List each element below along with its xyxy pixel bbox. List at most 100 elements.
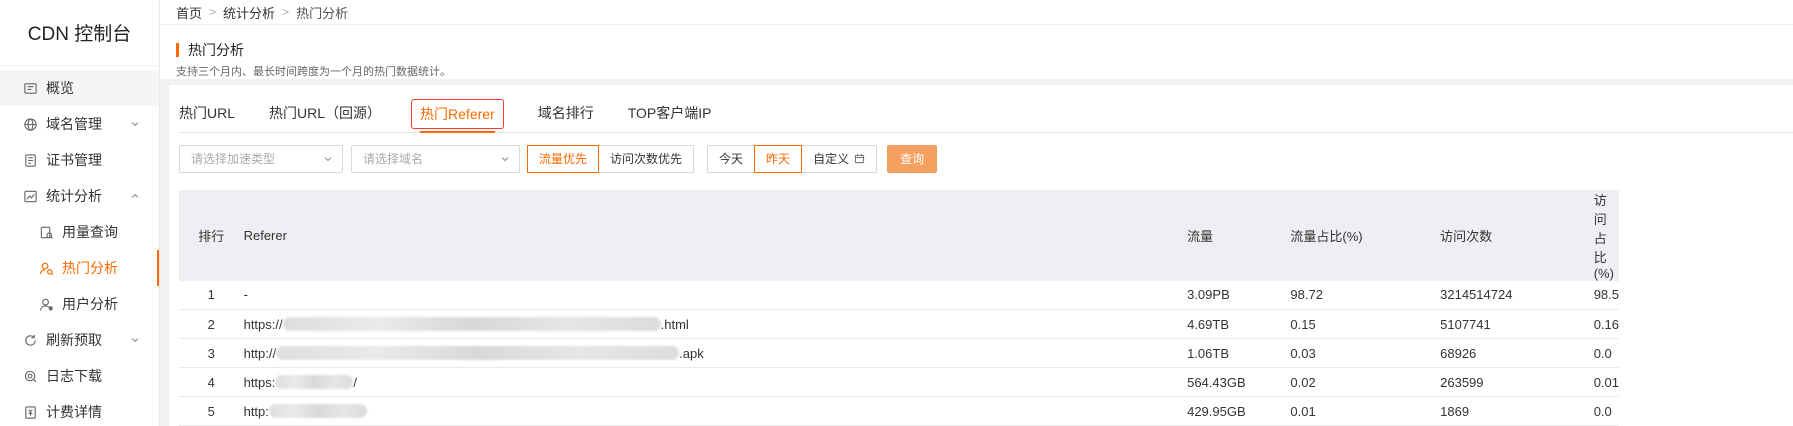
cell-flow-ratio: 0.15 (1290, 316, 1316, 332)
sidebar-item-hot-analysis[interactable]: 热门分析 (0, 250, 159, 286)
page-title: 热门分析 (176, 43, 1777, 58)
cell-referer: http: (244, 397, 1188, 426)
chart-icon (22, 188, 38, 204)
yesterday-button[interactable]: 昨天 (754, 144, 803, 173)
sidebar-item-billing-details[interactable]: 计费详情 (0, 394, 159, 426)
cell-flow: 3.09PB (1187, 287, 1230, 303)
sidebar-item-label: 刷新预取 (46, 332, 102, 348)
referer-prefix: https:// (243, 316, 283, 332)
tab-bar: 热门URL 热门URL（回源） 热门Referer 域名排行 TOP客户端IP (179, 85, 1793, 133)
cell-rank: 5 (207, 403, 215, 419)
referer-prefix: https: (243, 374, 276, 390)
chevron-up-icon (131, 193, 139, 198)
cell-visit-ratio: 0.0 (1593, 403, 1612, 419)
sidebar-item-usage-query[interactable]: 用量查询 (0, 214, 159, 250)
sidebar-item-label: 域名管理 (46, 116, 102, 132)
sort-toggle: 流量优先 访问次数优先 (527, 144, 695, 173)
referer-suffix: .html (660, 316, 689, 332)
sidebar-item-domain-management[interactable]: 域名管理 (0, 106, 159, 142)
custom-date-label: 自定义 (813, 152, 850, 166)
sidebar-item-statistics[interactable]: 统计分析 (0, 178, 159, 214)
col-flow-ratio: 流量占比(%) (1290, 228, 1363, 244)
accel-type-select[interactable]: 请选择加速类型 (179, 144, 343, 173)
cell-referer: https:// .html (244, 310, 1188, 339)
chevron-down-icon (131, 338, 139, 343)
sidebar-item-refresh-prefetch[interactable]: 刷新预取 (0, 322, 159, 358)
filter-bar: 请选择加速类型 请选择域名 流量优先 访问次数优先 今天 昨天 自定义 查询 (179, 133, 1793, 183)
sidebar-item-label: 统计分析 (46, 188, 102, 204)
chevron-right-icon: > (209, 5, 217, 19)
tab-domain-ranking[interactable]: 域名排行 (538, 103, 594, 132)
sidebar-item-overview[interactable]: 概览 (0, 70, 159, 106)
redacted-blur (275, 374, 354, 389)
cell-visit-ratio: 98.5 (1593, 287, 1619, 303)
sidebar-item-label: 用户分析 (62, 296, 118, 312)
analysis-card: 热门URL 热门URL（回源） 热门Referer 域名排行 TOP客户端IP … (169, 84, 1793, 426)
table-row: 1 - 3.09PB 98.72 3214514724 98.5 (179, 281, 1619, 310)
custom-date-button[interactable]: 自定义 (801, 144, 878, 173)
main-content: 首页 > 统计分析 > 热门分析 热门分析 支持三个月内、最长时间跨度为一个月的… (160, 0, 1793, 426)
sidebar-item-certificate-management[interactable]: 证书管理 (0, 142, 159, 178)
col-referer: Referer (243, 227, 287, 243)
table-row: 3 http:// .apk 1.06TB 0.03 68926 0.0 (179, 339, 1619, 368)
calendar-icon (854, 153, 865, 164)
cell-visit-ratio: 0.01 (1593, 374, 1619, 390)
cell-rank: 1 (207, 287, 215, 303)
table-row: 5 http: 429.95GB 0.01 1869 0.0 (179, 397, 1619, 426)
sort-visits-button[interactable]: 访问次数优先 (598, 144, 695, 173)
usage-icon (38, 224, 54, 240)
cell-flow: 1.06TB (1187, 345, 1230, 361)
cell-flow-ratio: 0.02 (1290, 374, 1316, 390)
cell-visits: 68926 (1440, 345, 1477, 361)
chevron-down-icon (501, 156, 509, 161)
sidebar-item-user-analysis[interactable]: 用户分析 (0, 286, 159, 322)
referer-table: 排行 Referer 流量 流量占比(%) 访问次数 访问占比(%) 1 - 3… (179, 189, 1619, 426)
redacted-blur (268, 403, 367, 418)
date-range-toggle: 今天 昨天 自定义 (707, 144, 878, 173)
breadcrumb-current: 热门分析 (296, 5, 349, 21)
tab-hot-url-origin[interactable]: 热门URL（回源） (269, 103, 381, 132)
col-visit-ratio: 访问占比(%) (1593, 192, 1614, 281)
referer-prefix: http:// (243, 345, 277, 361)
sort-flow-button[interactable]: 流量优先 (527, 144, 600, 173)
cell-referer: https: / (244, 368, 1188, 397)
cell-visits: 5107741 (1440, 316, 1491, 332)
referer-suffix: / (353, 374, 358, 390)
table-header-row: 排行 Referer 流量 流量占比(%) 访问次数 访问占比(%) (179, 189, 1619, 281)
certificate-icon (22, 152, 38, 168)
page-description: 支持三个月内、最长时间跨度为一个月的热门数据统计。 (176, 66, 451, 79)
table-row: 2 https:// .html 4.69TB 0.15 5107741 0.16 (179, 310, 1619, 339)
cell-referer: http:// .apk (244, 339, 1188, 368)
redacted-blur (282, 316, 661, 331)
cell-rank: 4 (207, 374, 215, 390)
domain-placeholder: 请选择域名 (363, 152, 424, 166)
user-icon (38, 296, 54, 312)
today-button[interactable]: 今天 (707, 144, 756, 173)
tab-hot-url[interactable]: 热门URL (179, 103, 235, 132)
tab-top-client-ip[interactable]: TOP客户端IP (628, 103, 712, 132)
table-row: 4 https: / 564.43GB 0.02 263599 0.01 (179, 368, 1619, 397)
referer-text: - (243, 287, 248, 303)
breadcrumb-parent[interactable]: 统计分析 (223, 3, 275, 22)
breadcrumb: 首页 > 统计分析 > 热门分析 (160, 0, 1793, 26)
col-rank: 排行 (198, 228, 225, 244)
globe-icon (22, 116, 38, 132)
sidebar-item-label: 热门分析 (62, 260, 118, 276)
query-button[interactable]: 查询 (887, 144, 938, 173)
page-header: 热门分析 支持三个月内、最长时间跨度为一个月的热门数据统计。 (160, 25, 1793, 80)
chevron-right-icon: > (282, 5, 290, 19)
tab-hot-referer[interactable]: 热门Referer (411, 98, 504, 133)
app: CDN 控制台 概览 域名管理 证书管理 统计分析 用量查询 热门分析 用户分析… (0, 0, 1793, 426)
cell-visit-ratio: 0.16 (1593, 316, 1619, 332)
col-visits: 访问次数 (1440, 228, 1493, 244)
sidebar-item-label: 计费详情 (46, 404, 102, 420)
sidebar-item-label: 用量查询 (62, 224, 118, 240)
cell-flow: 4.69TB (1187, 316, 1230, 332)
console-title: CDN 控制台 (0, 0, 159, 66)
sidebar-item-log-download[interactable]: 日志下载 (0, 358, 159, 394)
breadcrumb-home[interactable]: 首页 (176, 3, 202, 22)
cell-visits: 3214514724 (1440, 287, 1513, 303)
col-flow: 流量 (1187, 228, 1214, 244)
hot-analysis-icon (38, 260, 54, 276)
domain-select[interactable]: 请选择域名 (351, 144, 520, 173)
